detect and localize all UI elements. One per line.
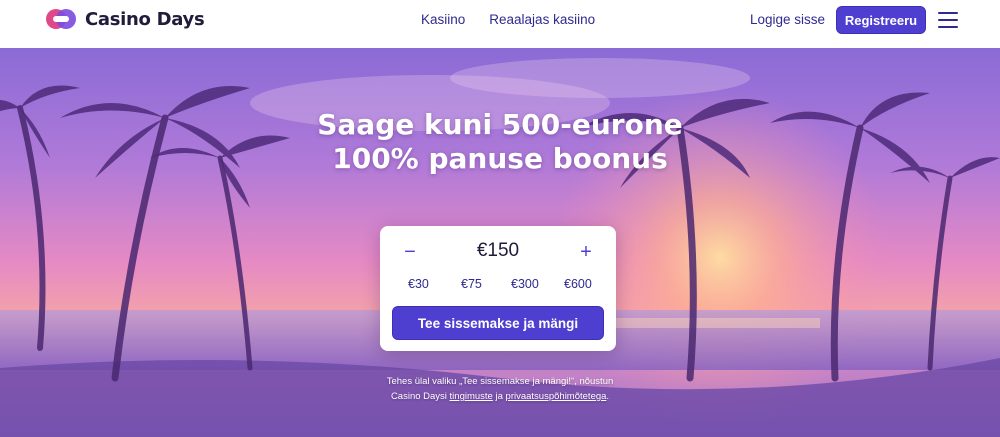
plus-icon[interactable]: +: [576, 242, 596, 262]
preset-amounts: €30 €75 €300 €600: [380, 277, 616, 295]
logo[interactable]: Casino Days: [45, 8, 205, 30]
preset-amount-75[interactable]: €75: [461, 277, 482, 291]
site-header: Casino Days Kasiino Reaalajas kasiino Lo…: [0, 0, 1000, 48]
casino-days-logo-icon: [46, 9, 76, 29]
hero-banner: Saage kuni 500-eurone 100% panuse boonus…: [0, 48, 1000, 437]
hamburger-icon[interactable]: [938, 12, 958, 28]
deposit-and-play-button[interactable]: Tee sissemakse ja mängi: [392, 306, 604, 340]
nav-item-kasiino[interactable]: Kasiino: [421, 12, 465, 27]
login-link[interactable]: Logige sisse: [750, 12, 825, 27]
register-button[interactable]: Registreeru: [836, 6, 926, 34]
logo-text: Casino Days: [85, 8, 205, 30]
terms-text-before: Tehes ülal valiku „Tee sissemakse ja män…: [386, 376, 614, 387]
preset-amount-300[interactable]: €300: [511, 277, 539, 291]
terms-disclaimer: Tehes ülal valiku „Tee sissemakse ja män…: [0, 374, 1000, 404]
terms-link[interactable]: tingimuste: [450, 391, 493, 402]
headline-line-2: 100% panuse boonus: [332, 142, 668, 175]
deposit-card: − €150 + €30 €75 €300 €600 Tee sissemaks…: [380, 226, 616, 351]
terms-text-and: ja: [495, 391, 503, 402]
terms-text-mid: Casino Daysi: [390, 391, 447, 402]
deposit-amount-stepper: − €150 +: [380, 238, 616, 266]
hero-headline: Saage kuni 500-eurone 100% panuse boonus: [0, 108, 1000, 176]
preset-amount-600[interactable]: €600: [564, 277, 592, 291]
nav-item-live-casino[interactable]: Reaalajas kasiino: [489, 12, 595, 27]
terms-text-end: .: [606, 391, 610, 402]
headline-line-1: Saage kuni 500-eurone: [317, 108, 683, 141]
preset-amount-30[interactable]: €30: [408, 277, 429, 291]
deposit-amount: €150: [476, 240, 520, 261]
minus-icon[interactable]: −: [400, 242, 420, 262]
privacy-link[interactable]: privaatsuspõhimõtetega: [506, 391, 607, 402]
main-nav: Kasiino Reaalajas kasiino: [421, 12, 595, 27]
